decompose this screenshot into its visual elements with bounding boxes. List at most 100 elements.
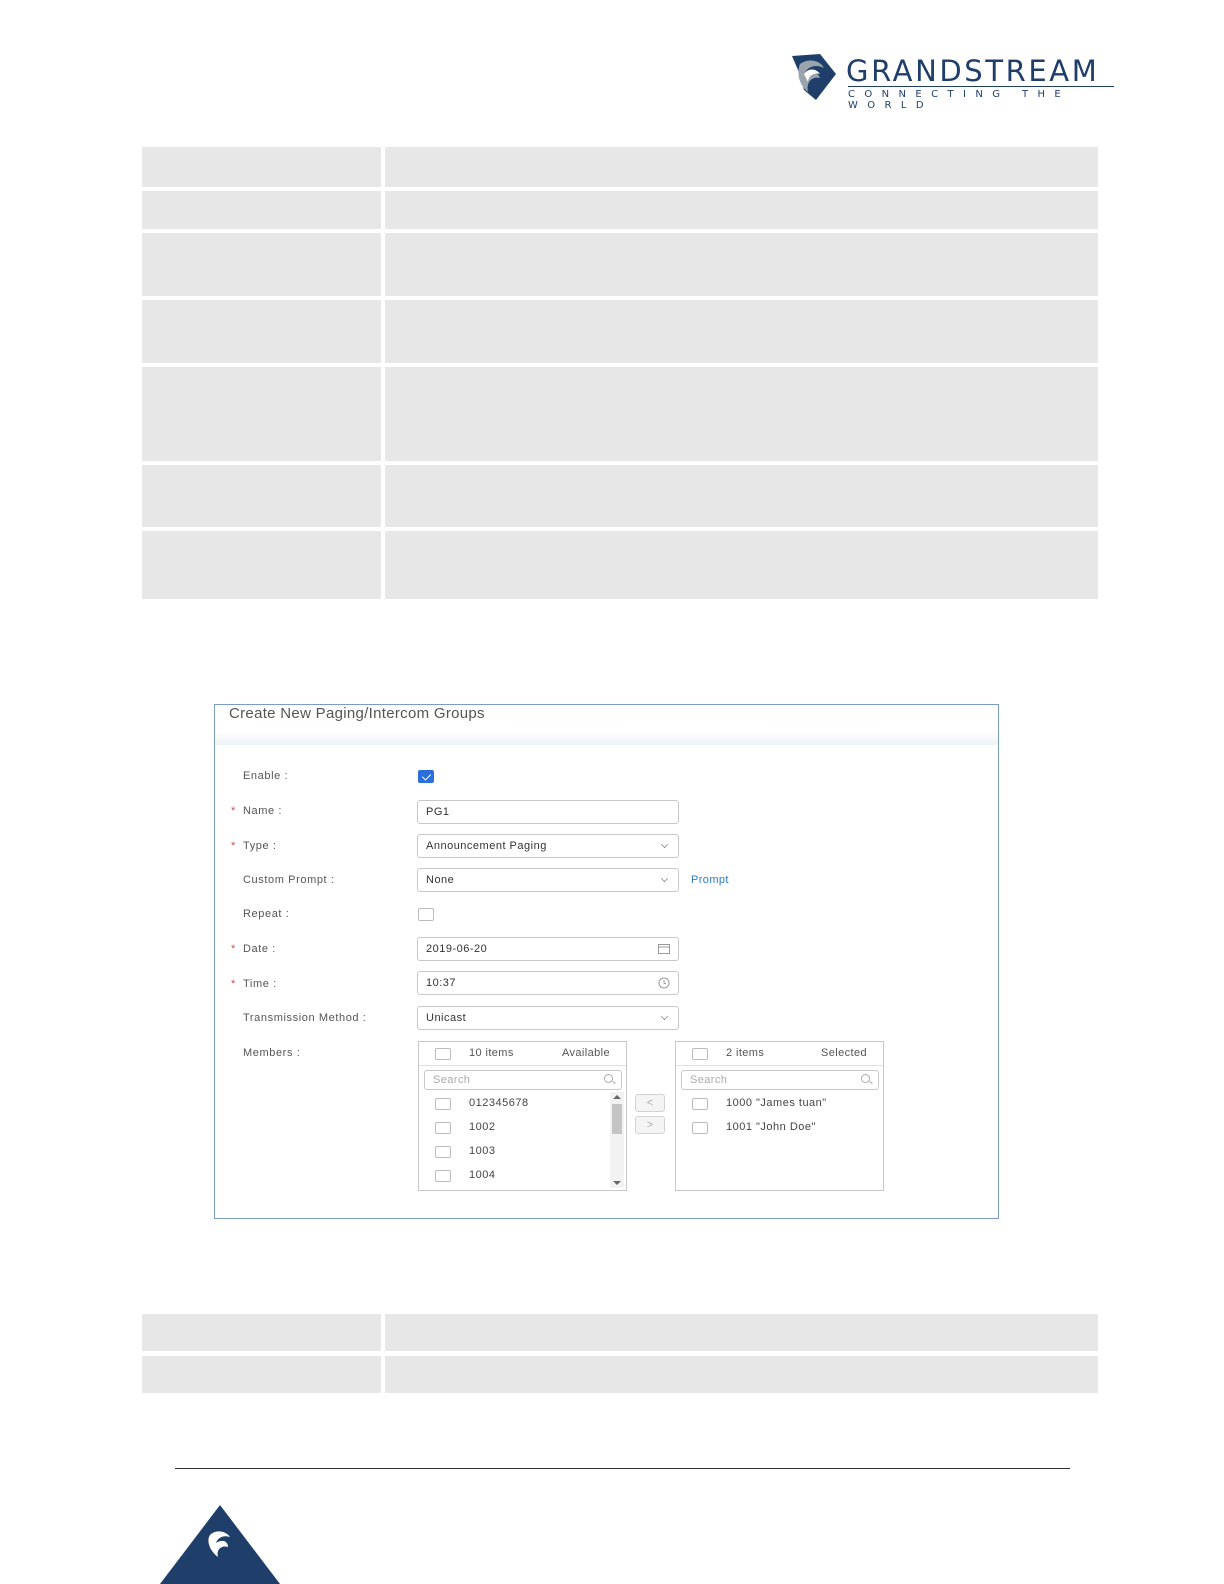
spec-cell-desc bbox=[385, 147, 1098, 187]
spec-cell-desc bbox=[385, 531, 1098, 599]
spec-cell-desc bbox=[385, 191, 1098, 229]
type-select[interactable]: Announcement Paging bbox=[417, 834, 679, 858]
scroll-down-arrow-icon[interactable] bbox=[613, 1181, 621, 1185]
list-item-label: 012345678 bbox=[469, 1097, 529, 1109]
clock-icon bbox=[658, 977, 670, 989]
required-mark: * bbox=[231, 978, 236, 990]
required-mark: * bbox=[231, 840, 236, 852]
spec-cell-label bbox=[142, 300, 381, 363]
list-item-label: 1002 bbox=[469, 1121, 496, 1133]
selected-members-list: 2 items Selected Search 1000 "James tuan… bbox=[675, 1041, 884, 1191]
spec-row bbox=[142, 531, 1098, 599]
required-mark: * bbox=[231, 805, 236, 817]
list-item[interactable]: 1002 bbox=[419, 1117, 609, 1139]
spec-cell-label bbox=[142, 1314, 381, 1351]
move-right-button[interactable]: > bbox=[635, 1116, 665, 1134]
spec-cell-label bbox=[142, 233, 381, 296]
spec-cell-desc bbox=[385, 300, 1098, 363]
spec-cell-label bbox=[142, 531, 381, 599]
name-label: Name : bbox=[243, 805, 283, 817]
list-item-checkbox[interactable] bbox=[435, 1170, 451, 1182]
selected-search-input[interactable]: Search bbox=[681, 1070, 879, 1090]
spec-cell-label bbox=[142, 147, 381, 187]
spec-row bbox=[142, 1356, 1098, 1393]
name-value: PG1 bbox=[426, 806, 450, 818]
scrollbar-thumb[interactable] bbox=[612, 1104, 622, 1134]
list-item-label: 1003 bbox=[469, 1145, 496, 1157]
list-item[interactable]: 012345678 bbox=[419, 1093, 609, 1115]
repeat-label: Repeat : bbox=[243, 908, 290, 920]
name-input[interactable]: PG1 bbox=[417, 800, 679, 824]
list-item[interactable]: 1003 bbox=[419, 1141, 609, 1163]
spec-cell-label bbox=[142, 367, 381, 461]
list-item-checkbox[interactable] bbox=[435, 1098, 451, 1110]
spec-row bbox=[142, 465, 1098, 527]
spec-row bbox=[142, 147, 1098, 187]
spec-row bbox=[142, 191, 1098, 229]
list-item-label: 1000 "James tuan" bbox=[726, 1097, 827, 1109]
spec-cell-desc bbox=[385, 1356, 1098, 1393]
available-select-all-checkbox[interactable] bbox=[435, 1048, 451, 1060]
grandstream-logo-icon bbox=[792, 54, 836, 100]
spec-cell-label bbox=[142, 191, 381, 229]
type-label: Type : bbox=[243, 840, 277, 852]
available-search-input[interactable]: Search bbox=[424, 1070, 622, 1090]
spec-row bbox=[142, 233, 1098, 296]
members-label: Members : bbox=[243, 1047, 301, 1059]
available-members-list: 10 items Available Search 012345678 1002… bbox=[418, 1041, 627, 1191]
transmission-method-select[interactable]: Unicast bbox=[417, 1006, 679, 1030]
list-item-checkbox[interactable] bbox=[435, 1122, 451, 1134]
time-input[interactable]: 10:37 bbox=[417, 971, 679, 995]
list-item-checkbox[interactable] bbox=[692, 1122, 708, 1134]
custom-prompt-select[interactable]: None bbox=[417, 868, 679, 892]
spec-row bbox=[142, 367, 1098, 461]
list-item-checkbox[interactable] bbox=[692, 1098, 708, 1110]
custom-prompt-value: None bbox=[426, 874, 455, 886]
transmission-method-label: Transmission Method : bbox=[243, 1012, 367, 1024]
date-value: 2019-06-20 bbox=[426, 943, 488, 955]
spec-cell-desc bbox=[385, 1314, 1098, 1351]
list-item-checkbox[interactable] bbox=[435, 1146, 451, 1158]
brand-name: GRANDSTREAM bbox=[846, 54, 1100, 88]
search-icon bbox=[604, 1074, 613, 1083]
selected-title: Selected bbox=[820, 1047, 867, 1059]
enable-checkbox[interactable] bbox=[418, 770, 434, 783]
custom-prompt-label: Custom Prompt : bbox=[243, 874, 335, 886]
spec-cell-desc bbox=[385, 465, 1098, 527]
available-search-placeholder: Search bbox=[433, 1074, 471, 1086]
scroll-up-arrow-icon[interactable] bbox=[613, 1095, 621, 1099]
list-item-label: 1004 bbox=[469, 1169, 496, 1181]
enable-label: Enable : bbox=[243, 770, 289, 782]
chevron-down-icon bbox=[661, 841, 668, 848]
available-title: Available bbox=[561, 1047, 610, 1059]
list-item-label: 1001 "John Doe" bbox=[726, 1121, 816, 1133]
available-list-scrollbar[interactable] bbox=[610, 1092, 624, 1188]
footer-logo-icon bbox=[160, 1505, 280, 1584]
brand-tagline: CONNECTING THE WORLD bbox=[848, 89, 1071, 111]
spec-cell-desc bbox=[385, 233, 1098, 296]
selected-count: 2 items bbox=[726, 1047, 765, 1059]
list-item[interactable]: 1001 "John Doe" bbox=[676, 1117, 866, 1139]
spec-cell-desc bbox=[385, 367, 1098, 461]
available-count: 10 items bbox=[469, 1047, 514, 1059]
required-mark: * bbox=[231, 943, 236, 955]
chevron-down-icon bbox=[661, 1013, 668, 1020]
transmission-method-value: Unicast bbox=[426, 1012, 467, 1024]
time-value: 10:37 bbox=[426, 977, 457, 989]
list-item[interactable]: 1004 bbox=[419, 1165, 609, 1187]
repeat-checkbox[interactable] bbox=[418, 908, 434, 921]
spec-cell-label bbox=[142, 465, 381, 527]
search-icon bbox=[861, 1074, 870, 1083]
prompt-link[interactable]: Prompt bbox=[691, 874, 729, 886]
time-label: Time : bbox=[243, 978, 277, 990]
chevron-down-icon bbox=[661, 875, 668, 882]
dialog-header-band bbox=[215, 731, 998, 745]
spec-table-bottom bbox=[142, 1314, 1098, 1394]
spec-table-top bbox=[142, 147, 1098, 599]
paging-group-dialog: Create New Paging/Intercom Groups Enable… bbox=[214, 704, 999, 1219]
move-left-button[interactable]: < bbox=[635, 1094, 665, 1112]
list-item[interactable]: 1000 "James tuan" bbox=[676, 1093, 866, 1115]
selected-list-header: 2 items Selected bbox=[676, 1042, 883, 1066]
date-input[interactable]: 2019-06-20 bbox=[417, 937, 679, 961]
selected-select-all-checkbox[interactable] bbox=[692, 1048, 708, 1060]
